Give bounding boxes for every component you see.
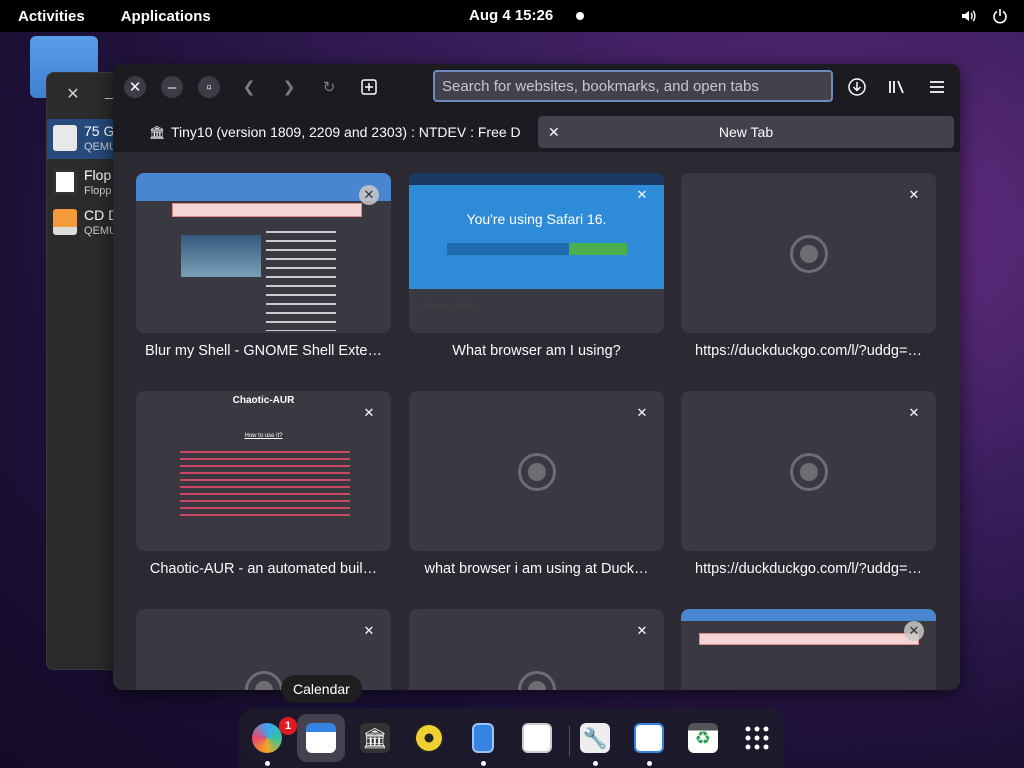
back-icon[interactable]: ❮ bbox=[238, 76, 260, 98]
item-title: Flop bbox=[84, 167, 112, 183]
activities-button[interactable]: Activities bbox=[0, 8, 103, 25]
item-subtitle: Flopp bbox=[84, 185, 112, 197]
tile-title: what browser i am using at Duck… bbox=[424, 561, 649, 577]
tile-thumbnail bbox=[681, 391, 936, 551]
dock-tooltip: Calendar bbox=[281, 675, 362, 703]
volume-icon[interactable] bbox=[958, 6, 978, 26]
close-icon[interactable]: ✕ bbox=[359, 185, 379, 205]
software-store-icon bbox=[522, 723, 552, 753]
system-tray[interactable] bbox=[958, 6, 1010, 26]
phone-icon bbox=[472, 723, 494, 753]
dock-settings[interactable] bbox=[625, 714, 673, 766]
tile-title: https://duckduckgo.com/l/?uddg=… bbox=[695, 343, 922, 359]
app-grid-icon bbox=[745, 726, 769, 750]
close-icon[interactable]: ✕ bbox=[632, 403, 652, 423]
dock-separator bbox=[569, 726, 570, 756]
library-icon[interactable] bbox=[886, 76, 908, 98]
top-bar: Activities Applications Aug 4 15:26 bbox=[0, 0, 1024, 32]
tab-new-tab[interactable]: ✕ New Tab bbox=[538, 116, 954, 148]
dock-trash[interactable]: ♻ bbox=[679, 714, 727, 762]
wrench-icon: 🔧 bbox=[580, 723, 610, 753]
globe-icon bbox=[790, 453, 828, 491]
dock: 1 🏛 🔧 ♻ bbox=[239, 708, 784, 768]
new-tab-icon[interactable] bbox=[358, 76, 380, 98]
reload-icon[interactable]: ↻ bbox=[318, 76, 340, 98]
notification-dot bbox=[576, 12, 584, 20]
downloads-icon[interactable] bbox=[846, 76, 868, 98]
new-tab-page: ✕ Blur my Shell - GNOME Shell Exte… You'… bbox=[113, 152, 960, 690]
notification-badge: 1 bbox=[279, 717, 297, 735]
dock-archive[interactable]: 🏛 bbox=[351, 714, 399, 762]
close-window-icon[interactable]: ✕ bbox=[124, 76, 146, 98]
menu-icon[interactable] bbox=[926, 76, 948, 98]
tile-title: https://duckduckgo.com/l/?uddg=… bbox=[695, 561, 922, 577]
tile-title: Chaotic-AUR - an automated buil… bbox=[149, 561, 378, 577]
tile-thumbnail: Chaotic-AUR How to use it? bbox=[136, 391, 391, 551]
tile-thumbnail bbox=[681, 609, 936, 690]
running-indicator bbox=[593, 761, 598, 766]
tile-thumbnail bbox=[681, 173, 936, 333]
close-icon[interactable]: ✕ bbox=[632, 185, 652, 205]
close-icon[interactable]: ✕ bbox=[904, 185, 924, 205]
close-icon[interactable]: ✕ bbox=[904, 621, 924, 641]
clock[interactable]: Aug 4 15:26 bbox=[469, 0, 553, 32]
close-icon[interactable]: ✕ bbox=[359, 621, 379, 641]
forward-icon[interactable]: ❯ bbox=[278, 76, 300, 98]
browser-window[interactable]: ✕ – ▫ ❮ ❯ ↻ Search for websites, bookmar… bbox=[113, 64, 960, 690]
running-indicator bbox=[647, 761, 652, 766]
close-icon[interactable]: ✕ bbox=[632, 621, 652, 641]
thumb-subtext: How to use it? bbox=[244, 433, 283, 439]
floppy-icon bbox=[53, 169, 77, 195]
dock-firefox[interactable]: 1 bbox=[243, 714, 297, 766]
thumb-text: Chaotic-AUR bbox=[232, 395, 295, 406]
minimize-window-icon[interactable]: – bbox=[161, 76, 183, 98]
disk-icon bbox=[53, 125, 77, 151]
toolbar: ✕ – ▫ ❮ ❯ ↻ Search for websites, bookmar… bbox=[113, 64, 960, 110]
tile-title: Blur my Shell - GNOME Shell Exte… bbox=[145, 343, 382, 359]
running-indicator bbox=[481, 761, 486, 766]
cd-drive-icon bbox=[53, 209, 77, 235]
dock-disk-tool[interactable] bbox=[405, 714, 453, 762]
dock-software[interactable] bbox=[513, 714, 561, 762]
item-title: 75 G bbox=[84, 123, 115, 139]
globe-icon bbox=[790, 235, 828, 273]
tab-strip: 🏛 Tiny10 (version 1809, 2209 and 2303) :… bbox=[113, 110, 960, 152]
recycle-icon: ♻ bbox=[688, 723, 718, 753]
running-indicator bbox=[265, 761, 270, 766]
close-icon[interactable]: ✕ bbox=[359, 403, 379, 423]
thumb-text: You're using Safari 16. bbox=[409, 185, 664, 289]
tile-thumbnail bbox=[409, 391, 664, 551]
disk-icon bbox=[414, 723, 444, 753]
power-icon[interactable] bbox=[990, 6, 1010, 26]
dock-tools[interactable]: 🔧 bbox=[571, 714, 619, 766]
archive-icon: 🏛 bbox=[149, 125, 166, 140]
tile-thumbnail bbox=[409, 609, 664, 690]
tab-label: New Tab bbox=[718, 124, 774, 140]
close-icon[interactable]: ✕ bbox=[63, 85, 83, 105]
dock-calendar[interactable] bbox=[297, 714, 345, 762]
globe-icon bbox=[518, 453, 556, 491]
dock-phone[interactable] bbox=[459, 714, 507, 766]
globe-icon bbox=[518, 671, 556, 690]
maximize-window-icon[interactable]: ▫ bbox=[198, 76, 220, 98]
tab-tiny10[interactable]: 🏛 Tiny10 (version 1809, 2209 and 2303) :… bbox=[149, 118, 529, 146]
applications-menu[interactable]: Applications bbox=[103, 8, 229, 25]
show-apps-button[interactable] bbox=[733, 714, 781, 762]
tile-thumbnail: You're using Safari 16. Browser details bbox=[409, 173, 664, 333]
close-icon[interactable]: ✕ bbox=[904, 403, 924, 423]
settings-app-icon bbox=[634, 723, 664, 753]
url-bar[interactable]: Search for websites, bookmarks, and open… bbox=[433, 70, 833, 102]
globe-icon bbox=[245, 671, 283, 690]
tile-thumbnail bbox=[136, 173, 391, 333]
thumb-subtext: Browser details bbox=[421, 301, 476, 310]
calendar-icon bbox=[306, 723, 336, 753]
browser-app-icon bbox=[252, 723, 282, 753]
tile-title: What browser am I using? bbox=[452, 343, 621, 359]
tab-label: Tiny10 (version 1809, 2209 and 2303) : N… bbox=[171, 124, 521, 140]
archive-icon: 🏛 bbox=[360, 723, 390, 753]
